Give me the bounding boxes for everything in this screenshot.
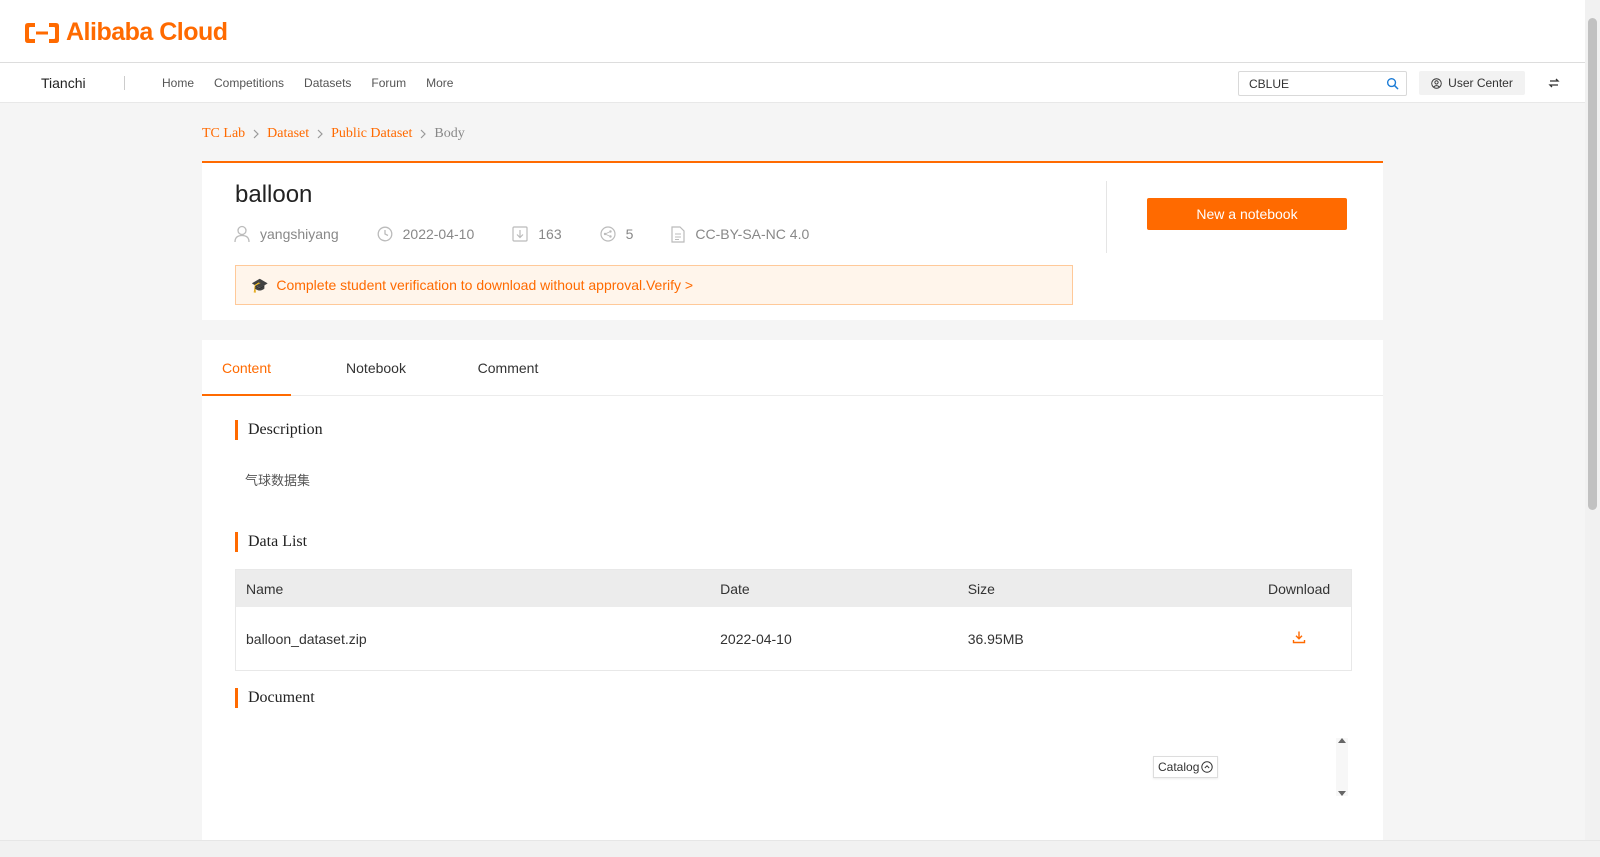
dataset-title: balloon — [235, 181, 313, 208]
horizontal-scrollbar[interactable] — [0, 840, 1600, 857]
nav-link-more[interactable]: More — [426, 63, 453, 103]
scroll-up-arrow[interactable] — [1338, 738, 1346, 743]
nav-bar: Tianchi Home Competitions Datasets Forum… — [0, 63, 1585, 103]
dataset-meta: yangshiyang 2022-04-10 163 5 CC-BY-SA-NC… — [234, 225, 847, 243]
download-count: 163 — [538, 226, 562, 242]
catalog-button[interactable]: Catalog — [1153, 756, 1219, 778]
clock-icon — [377, 226, 393, 242]
nav-links: Home Competitions Datasets Forum More — [162, 63, 473, 103]
data-list-title: Data List — [235, 532, 307, 552]
breadcrumb-tc-lab[interactable]: TC Lab — [202, 126, 245, 142]
header-date: Date — [720, 580, 750, 597]
nav-link-home[interactable]: Home — [162, 63, 194, 103]
card-divider — [1106, 181, 1107, 253]
nav-brand[interactable]: Tianchi — [41, 63, 86, 103]
download-count-icon — [512, 226, 528, 242]
tab-bar: Content Notebook Comment — [202, 340, 1383, 396]
new-notebook-button[interactable]: New a notebook — [1147, 198, 1347, 230]
content-card: Content Notebook Comment Description 气球数… — [202, 340, 1383, 840]
search-icon[interactable] — [1386, 77, 1399, 90]
download-cell — [1247, 630, 1351, 647]
nav-link-datasets[interactable]: Datasets — [304, 63, 351, 103]
vertical-scrollbar[interactable] — [1585, 0, 1600, 840]
alibaba-cloud-logo[interactable]: Alibaba Cloud — [24, 18, 228, 47]
chevron-right-icon — [420, 129, 427, 139]
file-date: 2022-04-10 — [720, 630, 792, 647]
search-box — [1238, 71, 1407, 96]
description-text: 气球数据集 — [245, 473, 311, 488]
breadcrumb-dataset[interactable]: Dataset — [267, 126, 309, 142]
document-title: Document — [235, 688, 315, 708]
meta-author: yangshiyang — [234, 225, 339, 243]
catalog-label: Catalog — [1158, 760, 1200, 774]
meta-date: 2022-04-10 — [377, 226, 475, 242]
file-size: 36.95MB — [967, 630, 1024, 647]
file-name: balloon_dataset.zip — [246, 630, 367, 647]
user-icon — [234, 225, 250, 243]
nav-separator — [124, 76, 125, 90]
license-text: CC-BY-SA-NC 4.0 — [695, 226, 810, 242]
breadcrumb-body: Body — [434, 126, 465, 141]
description-title: Description — [235, 420, 323, 440]
header-size: Size — [967, 580, 995, 597]
meta-downloads: 163 — [512, 226, 562, 242]
tab-comment[interactable]: Comment — [475, 340, 541, 396]
top-header: Alibaba Cloud — [0, 0, 1585, 63]
user-center-label: User Center — [1448, 76, 1513, 90]
license-document-icon — [671, 225, 686, 243]
dataset-date: 2022-04-10 — [402, 226, 475, 242]
table-row: balloon_dataset.zip 2022-04-10 36.95MB — [236, 607, 1351, 670]
student-verify-banner[interactable]: 🎓 Complete student verification to downl… — [235, 265, 1073, 305]
breadcrumb: TC Lab Dataset Public Dataset Body — [202, 126, 465, 142]
share-count: 5 — [625, 226, 634, 242]
nav-link-forum[interactable]: Forum — [371, 63, 406, 103]
switch-icon[interactable] — [1548, 77, 1560, 89]
graduation-cap-icon: 🎓 — [251, 277, 269, 293]
user-icon — [1431, 77, 1442, 89]
logo-text: Alibaba Cloud — [66, 18, 228, 46]
chevron-right-icon — [317, 129, 323, 139]
header-name: Name — [246, 580, 284, 597]
alibaba-cloud-icon — [25, 22, 59, 43]
scrollbar-thumb[interactable] — [1588, 18, 1597, 510]
breadcrumb-public-dataset[interactable]: Public Dataset — [331, 126, 412, 142]
nav-link-competitions[interactable]: Competitions — [214, 63, 284, 103]
tab-content[interactable]: Content — [202, 340, 291, 396]
meta-license: CC-BY-SA-NC 4.0 — [671, 225, 810, 243]
dataset-header-card: balloon yangshiyang 2022-04-10 163 5 CC-… — [202, 161, 1383, 320]
share-icon — [600, 226, 616, 242]
search-input[interactable] — [1239, 72, 1374, 95]
author-name: yangshiyang — [260, 226, 339, 242]
header-download: Download — [1267, 580, 1331, 597]
tab-notebook[interactable]: Notebook — [341, 340, 411, 396]
table-header: Name Date Size Download — [236, 570, 1351, 607]
scroll-down-arrow[interactable] — [1338, 791, 1346, 796]
document-scroll[interactable] — [1336, 738, 1348, 796]
data-list-table: Name Date Size Download balloon_dataset.… — [235, 569, 1352, 671]
meta-shares: 5 — [600, 226, 634, 242]
user-center-button[interactable]: User Center — [1419, 71, 1525, 95]
chevron-up-circle-icon — [1201, 761, 1214, 773]
download-icon[interactable] — [1292, 630, 1306, 644]
chevron-right-icon — [253, 129, 260, 139]
verify-text: Complete student verification to downloa… — [276, 277, 694, 293]
